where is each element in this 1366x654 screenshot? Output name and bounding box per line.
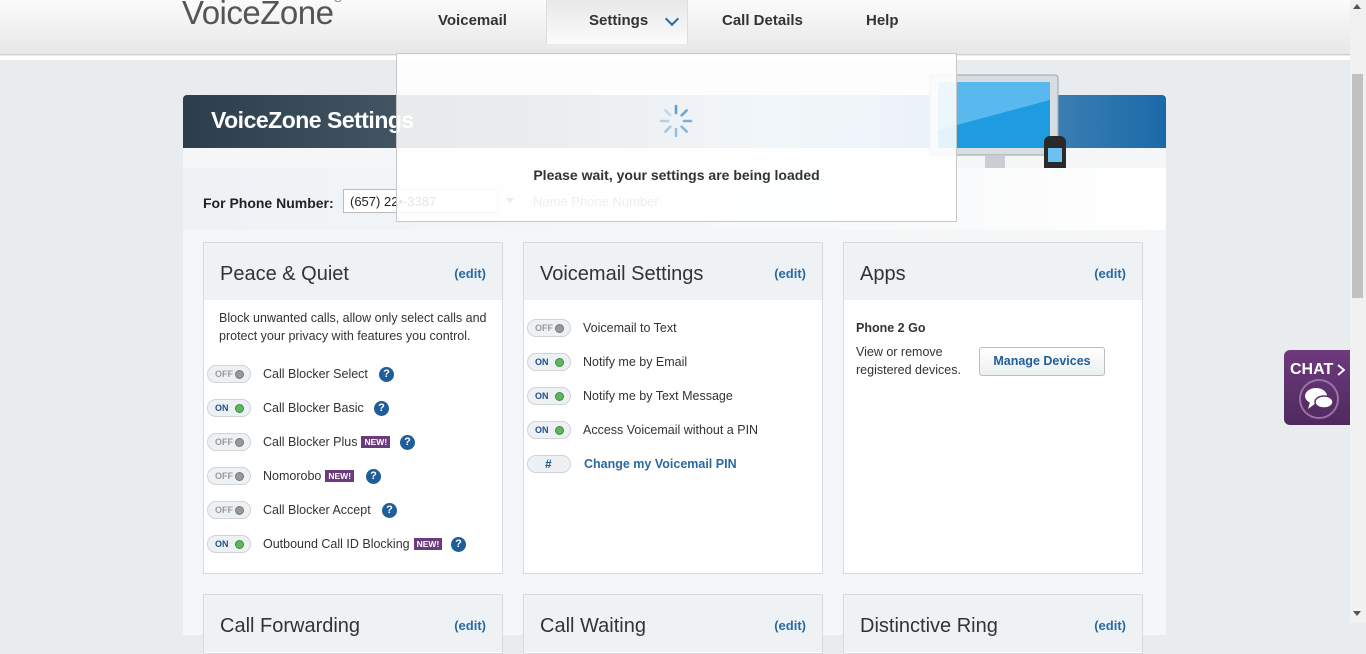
toggle-access-without-pin[interactable]: ON <box>527 421 571 439</box>
setting-label: Access Voicemail without a PIN <box>583 423 759 437</box>
setting-label: Nomorobo NEW! <box>263 469 355 483</box>
peace-quiet-edit-link[interactable]: (edit) <box>454 266 486 281</box>
status-dot <box>235 472 244 481</box>
status-dot <box>555 358 564 367</box>
card-title: Call Forwarding <box>220 615 361 637</box>
setting-label-text: Call Blocker Basic <box>263 401 364 415</box>
toggle-call-blocker-accept[interactable]: OFF <box>207 501 251 519</box>
distinctive-ring-card: Distinctive Ring (edit) <box>843 594 1143 654</box>
nav-call-details[interactable]: Call Details <box>722 12 803 29</box>
toggle-call-blocker-plus[interactable]: OFF <box>207 433 251 451</box>
status-dot <box>555 324 564 333</box>
toggle-nomorobo[interactable]: OFF <box>207 467 251 485</box>
toggle-notify-email[interactable]: ON <box>527 353 571 371</box>
toggle-call-blocker-basic[interactable]: ON <box>207 399 251 417</box>
card-title: Peace & Quiet <box>220 263 349 285</box>
setting-label-text: Call Blocker Accept <box>263 503 371 517</box>
loading-message: Please wait, your settings are being loa… <box>533 167 820 183</box>
help-icon[interactable]: ? <box>366 469 381 484</box>
help-icon[interactable]: ? <box>374 401 389 416</box>
card-title: Call Waiting <box>540 615 646 637</box>
help-icon[interactable]: ? <box>382 503 397 518</box>
setting-label: Call Blocker Select <box>263 367 368 381</box>
toggle-state: ON <box>535 357 549 367</box>
nav-voicemail[interactable]: Voicemail <box>438 12 507 29</box>
toggle-state: OFF <box>215 471 233 481</box>
peace-quiet-description: Block unwanted calls, allow only select … <box>219 311 487 343</box>
toggle-state: OFF <box>215 505 233 515</box>
setting-label-text: Outbound Call ID Blocking <box>263 537 410 551</box>
scrollbar-thumb[interactable] <box>1352 74 1363 298</box>
help-icon[interactable]: ? <box>400 435 415 450</box>
manage-devices-button[interactable]: Manage Devices <box>979 347 1105 376</box>
new-badge: NEW! <box>361 436 391 448</box>
distinctive-ring-edit-link[interactable]: (edit) <box>1094 618 1126 633</box>
status-dot <box>555 392 564 401</box>
voicemail-settings-edit-link[interactable]: (edit) <box>774 266 806 281</box>
setting-label: Notify me by Text Message <box>583 389 733 403</box>
toggle-state: OFF <box>215 437 233 447</box>
change-voicemail-pin-link[interactable]: Change my Voicemail PIN <box>584 457 737 471</box>
logo-text: VoiceZone <box>182 0 334 31</box>
toggle-state: OFF <box>535 323 553 333</box>
phone-number-label: For Phone Number: <box>203 195 334 211</box>
nav-settings[interactable]: Settings <box>589 12 648 29</box>
chat-label[interactable]: CHAT <box>1290 361 1333 379</box>
voicemail-settings-card: Voicemail Settings (edit) <box>523 242 823 574</box>
toggle-state: ON <box>535 391 549 401</box>
call-waiting-edit-link[interactable]: (edit) <box>774 618 806 633</box>
app-name: Phone 2 Go <box>856 321 926 335</box>
chevron-right-icon[interactable] <box>1336 363 1346 377</box>
new-badge: NEW! <box>413 538 443 550</box>
call-waiting-card: Call Waiting (edit) <box>523 594 823 654</box>
card-title: Apps <box>860 263 906 285</box>
status-dot <box>555 426 564 435</box>
toggle-outbound-call-id-blocking[interactable]: ON <box>207 535 251 553</box>
status-dot <box>235 540 244 549</box>
status-dot <box>235 438 244 447</box>
setting-label-text: Call Blocker Select <box>263 367 368 381</box>
page-title: VoiceZone Settings <box>211 107 414 133</box>
pin-button[interactable]: # <box>527 455 571 473</box>
toggle-call-blocker-select[interactable]: OFF <box>207 365 251 383</box>
registered-mark: ® <box>333 0 342 5</box>
voicezone-logo[interactable]: VoiceZone® <box>182 0 342 32</box>
status-dot <box>235 506 244 515</box>
apps-card: Apps (edit) Phone 2 Go View or remove re… <box>843 242 1143 574</box>
nav-help[interactable]: Help <box>866 12 899 29</box>
help-icon[interactable]: ? <box>451 537 466 552</box>
card-title: Distinctive Ring <box>860 615 998 637</box>
help-icon[interactable]: ? <box>379 367 394 382</box>
toggle-state: ON <box>215 539 229 549</box>
toggle-state: OFF <box>215 369 233 379</box>
toggle-state: ON <box>535 425 549 435</box>
new-badge: NEW! <box>325 470 355 482</box>
toggle-voicemail-to-text[interactable]: OFF <box>527 319 571 337</box>
scroll-up-arrow-icon[interactable] <box>1353 4 1361 9</box>
status-dot <box>235 404 244 413</box>
setting-label: Outbound Call ID Blocking NEW! <box>263 537 443 551</box>
toggle-notify-text-message[interactable]: ON <box>527 387 571 405</box>
call-forwarding-card: Call Forwarding (edit) <box>203 594 503 654</box>
setting-label-text: Call Blocker Plus <box>263 435 358 449</box>
card-title: Voicemail Settings <box>540 263 704 285</box>
status-dot <box>235 370 244 379</box>
setting-label: Voicemail to Text <box>583 321 677 335</box>
app-description: View or remove registered devices. <box>856 345 961 377</box>
chat-bubble-icon[interactable] <box>1296 378 1342 420</box>
setting-label: Notify me by Email <box>583 355 688 369</box>
apps-edit-link[interactable]: (edit) <box>1094 266 1126 281</box>
setting-label: Call Blocker Basic <box>263 401 364 415</box>
scroll-down-arrow-icon[interactable] <box>1353 611 1361 616</box>
setting-label: Call Blocker Plus NEW! <box>263 435 391 449</box>
toggle-state: ON <box>215 403 229 413</box>
loading-spinner-icon <box>659 104 693 138</box>
setting-label-text: Nomorobo <box>263 469 322 483</box>
call-forwarding-edit-link[interactable]: (edit) <box>454 618 486 633</box>
hash-icon: # <box>545 457 552 471</box>
setting-label: Call Blocker Accept <box>263 503 371 517</box>
